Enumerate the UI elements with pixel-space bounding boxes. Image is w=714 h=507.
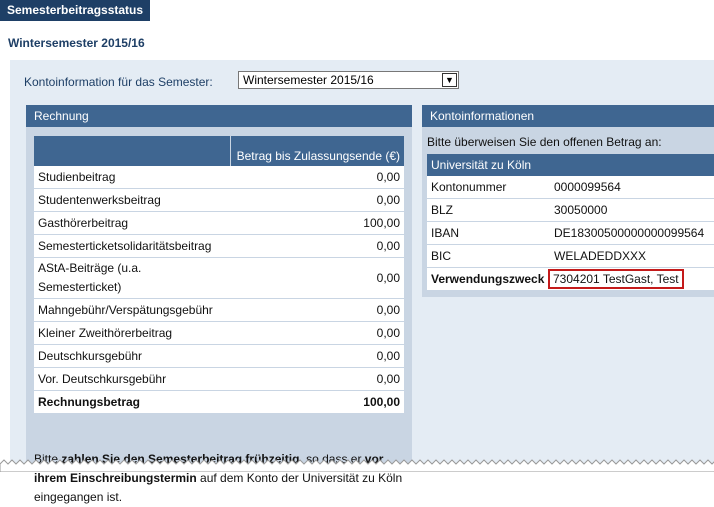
semester-select-value: Wintersemester 2015/16 bbox=[243, 73, 374, 87]
row-key: BIC bbox=[427, 245, 550, 268]
table-row: Semesterticketsolidaritätsbeitrag 0,00 bbox=[34, 235, 404, 258]
konto-panel: Kontoinformationen Bitte überweisen Sie … bbox=[422, 105, 714, 297]
table-row: BIC WELADEDDXXX bbox=[427, 245, 714, 268]
table-row: Mahngebühr/Verspätungsgebühr 0,00 bbox=[34, 299, 404, 322]
konto-title: Kontoinformationen bbox=[422, 105, 714, 127]
table-row: Kleiner Zweithörerbeitrag 0,00 bbox=[34, 322, 404, 345]
row-label: Vor. Deutschkursgebühr bbox=[34, 368, 231, 391]
row-value: 30050000 bbox=[550, 199, 714, 222]
bank-name: Universität zu Köln bbox=[427, 154, 714, 176]
row-amount: 0,00 bbox=[231, 258, 404, 299]
semester-select[interactable]: Wintersemester 2015/16 ▼ bbox=[238, 71, 459, 89]
table-row: IBAN DE18300500000000099564 bbox=[427, 222, 714, 245]
chevron-down-icon[interactable]: ▼ bbox=[442, 73, 457, 87]
konto-table: Universität zu Köln Kontonummer 000009956… bbox=[427, 154, 714, 291]
bank-name-row: Universität zu Köln bbox=[427, 154, 714, 176]
torn-edge bbox=[0, 459, 714, 472]
row-amount: 0,00 bbox=[231, 299, 404, 322]
row-amount: 0,00 bbox=[231, 235, 404, 258]
row-label: Studentenwerksbeitrag bbox=[34, 189, 231, 212]
table-row: BLZ 30050000 bbox=[427, 199, 714, 222]
row-label: Mahngebühr/Verspätungsgebühr bbox=[34, 299, 231, 322]
konto-instruction: Bitte überweisen Sie den offenen Betrag … bbox=[427, 135, 662, 149]
content-area: Kontoinformation für das Semester: Winte… bbox=[10, 60, 714, 504]
row-label: Studienbeitrag bbox=[34, 166, 231, 189]
row-key: Kontonummer bbox=[427, 176, 550, 199]
row-value: WELADEDDXXX bbox=[550, 245, 714, 268]
verwendungszweck-key: Verwendungszweck bbox=[427, 268, 550, 291]
row-label: Kleiner Zweithörerbeitrag bbox=[34, 322, 231, 345]
table-row: Studienbeitrag 0,00 bbox=[34, 166, 404, 189]
rechnung-title: Rechnung bbox=[26, 105, 412, 127]
row-amount: 0,00 bbox=[231, 189, 404, 212]
semester-select-label: Kontoinformation für das Semester: bbox=[24, 75, 213, 89]
row-value: DE18300500000000099564 bbox=[550, 222, 714, 245]
rechnung-table: Betrag bis Zulassungsende (€) Studienbei… bbox=[34, 136, 404, 414]
row-amount: 0,00 bbox=[231, 322, 404, 345]
table-row: Deutschkursgebühr 0,00 bbox=[34, 345, 404, 368]
table-row: Kontonummer 0000099564 bbox=[427, 176, 714, 199]
row-label: Semesterticketsolidaritätsbeitrag bbox=[34, 235, 231, 258]
verwendungszweck-row: Verwendungszweck 7304201 TestGast, Test bbox=[427, 268, 714, 291]
table-header-amount: Betrag bis Zulassungsende (€) bbox=[231, 136, 404, 166]
verwendungszweck-cell: 7304201 TestGast, Test bbox=[548, 268, 714, 291]
rechnung-panel: Rechnung Betrag bis Zulassungsende (€) S… bbox=[26, 105, 412, 504]
table-row: AStA-Beiträge (u.a. Semesterticket) 0,00 bbox=[34, 258, 404, 299]
semester-heading: Wintersemester 2015/16 bbox=[8, 36, 145, 50]
table-row: Studentenwerksbeitrag 0,00 bbox=[34, 189, 404, 212]
table-header-blank bbox=[34, 136, 231, 166]
row-amount: 100,00 bbox=[231, 212, 404, 235]
table-row: Vor. Deutschkursgebühr 0,00 bbox=[34, 368, 404, 391]
verwendungszweck-value: 7304201 TestGast, Test bbox=[548, 269, 684, 289]
total-amount: 100,00 bbox=[231, 391, 404, 414]
row-amount: 0,00 bbox=[231, 166, 404, 189]
row-label: Gasthörerbeitrag bbox=[34, 212, 231, 235]
row-amount: 0,00 bbox=[231, 345, 404, 368]
total-row: Rechnungsbetrag 100,00 bbox=[34, 391, 404, 414]
table-header-row: Betrag bis Zulassungsende (€) bbox=[34, 136, 404, 166]
row-label: AStA-Beiträge (u.a. Semesterticket) bbox=[34, 258, 231, 299]
row-label: Deutschkursgebühr bbox=[34, 345, 231, 368]
page-title: Semesterbeitragsstatus bbox=[0, 0, 151, 21]
row-value: 0000099564 bbox=[550, 176, 714, 199]
row-amount: 0,00 bbox=[231, 368, 404, 391]
total-label: Rechnungsbetrag bbox=[34, 391, 231, 414]
row-key: IBAN bbox=[427, 222, 550, 245]
table-row: Gasthörerbeitrag 100,00 bbox=[34, 212, 404, 235]
row-key: BLZ bbox=[427, 199, 550, 222]
